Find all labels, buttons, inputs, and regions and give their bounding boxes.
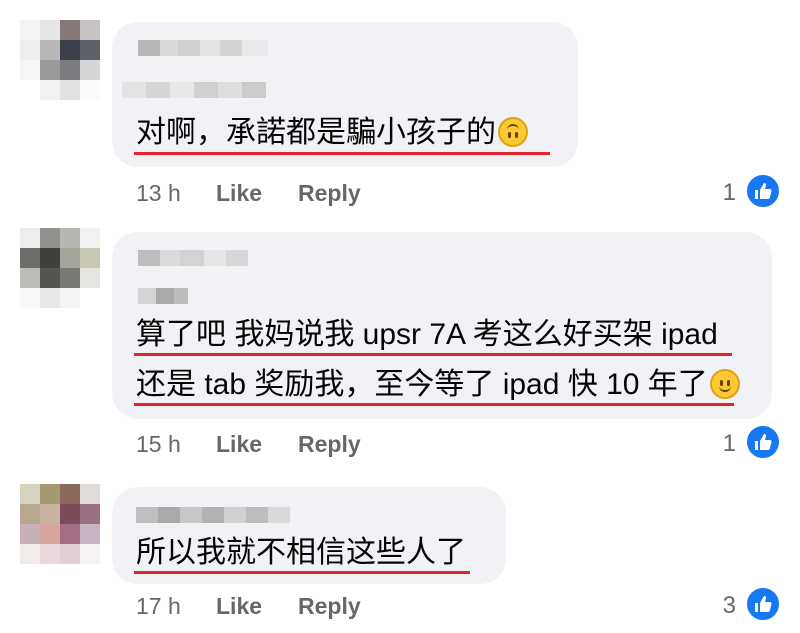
author-name-blurred[interactable] <box>138 40 268 56</box>
timestamp[interactable]: 17 h <box>136 593 181 620</box>
like-button[interactable]: Like <box>216 180 262 207</box>
red-underline <box>134 353 732 356</box>
comment-text-line: 对啊，承諾都是騙小孩子的 <box>136 116 528 150</box>
like-button[interactable]: Like <box>216 431 262 458</box>
author-subtitle-blurred <box>122 82 266 98</box>
like-button[interactable]: Like <box>216 593 262 620</box>
comment-bubble: 算了吧 我妈说我 upsr 7A 考这么好买架 ipad 还是 tab 奖励我，… <box>112 232 772 419</box>
author-name-blurred[interactable] <box>136 507 290 523</box>
reaction-count[interactable]: 3 <box>723 592 736 620</box>
slightly-smiling-face-emoji-icon <box>709 369 740 399</box>
avatar[interactable] <box>20 228 100 308</box>
red-underline <box>134 152 550 155</box>
avatar[interactable] <box>20 20 100 100</box>
reply-button[interactable]: Reply <box>298 180 361 207</box>
comment-text-line: 所以我就不相信这些人了 <box>136 536 466 569</box>
timestamp[interactable]: 13 h <box>136 180 181 207</box>
red-underline <box>134 571 470 574</box>
upside-down-face-emoji-icon <box>498 117 528 147</box>
comment-text-line: 算了吧 我妈说我 upsr 7A 考这么好买架 ipad <box>136 318 718 351</box>
reaction-count[interactable]: 1 <box>723 179 736 207</box>
timestamp[interactable]: 15 h <box>136 431 181 458</box>
like-icon[interactable] <box>745 424 781 460</box>
like-icon[interactable] <box>745 586 781 622</box>
reaction-count[interactable]: 1 <box>723 430 736 458</box>
comment-bubble: 所以我就不相信这些人了 <box>112 487 506 584</box>
author-subtitle-blurred <box>138 288 188 304</box>
reply-button[interactable]: Reply <box>298 593 361 620</box>
comment-bubble: 对啊，承諾都是騙小孩子的 <box>112 22 578 167</box>
reply-button[interactable]: Reply <box>298 431 361 458</box>
like-icon[interactable] <box>745 173 781 209</box>
comment-text-line: 还是 tab 奖励我，至今等了 ipad 快 10 年了 <box>136 368 740 402</box>
avatar[interactable] <box>20 484 100 564</box>
red-underline <box>134 403 734 406</box>
author-name-blurred[interactable] <box>138 250 248 266</box>
